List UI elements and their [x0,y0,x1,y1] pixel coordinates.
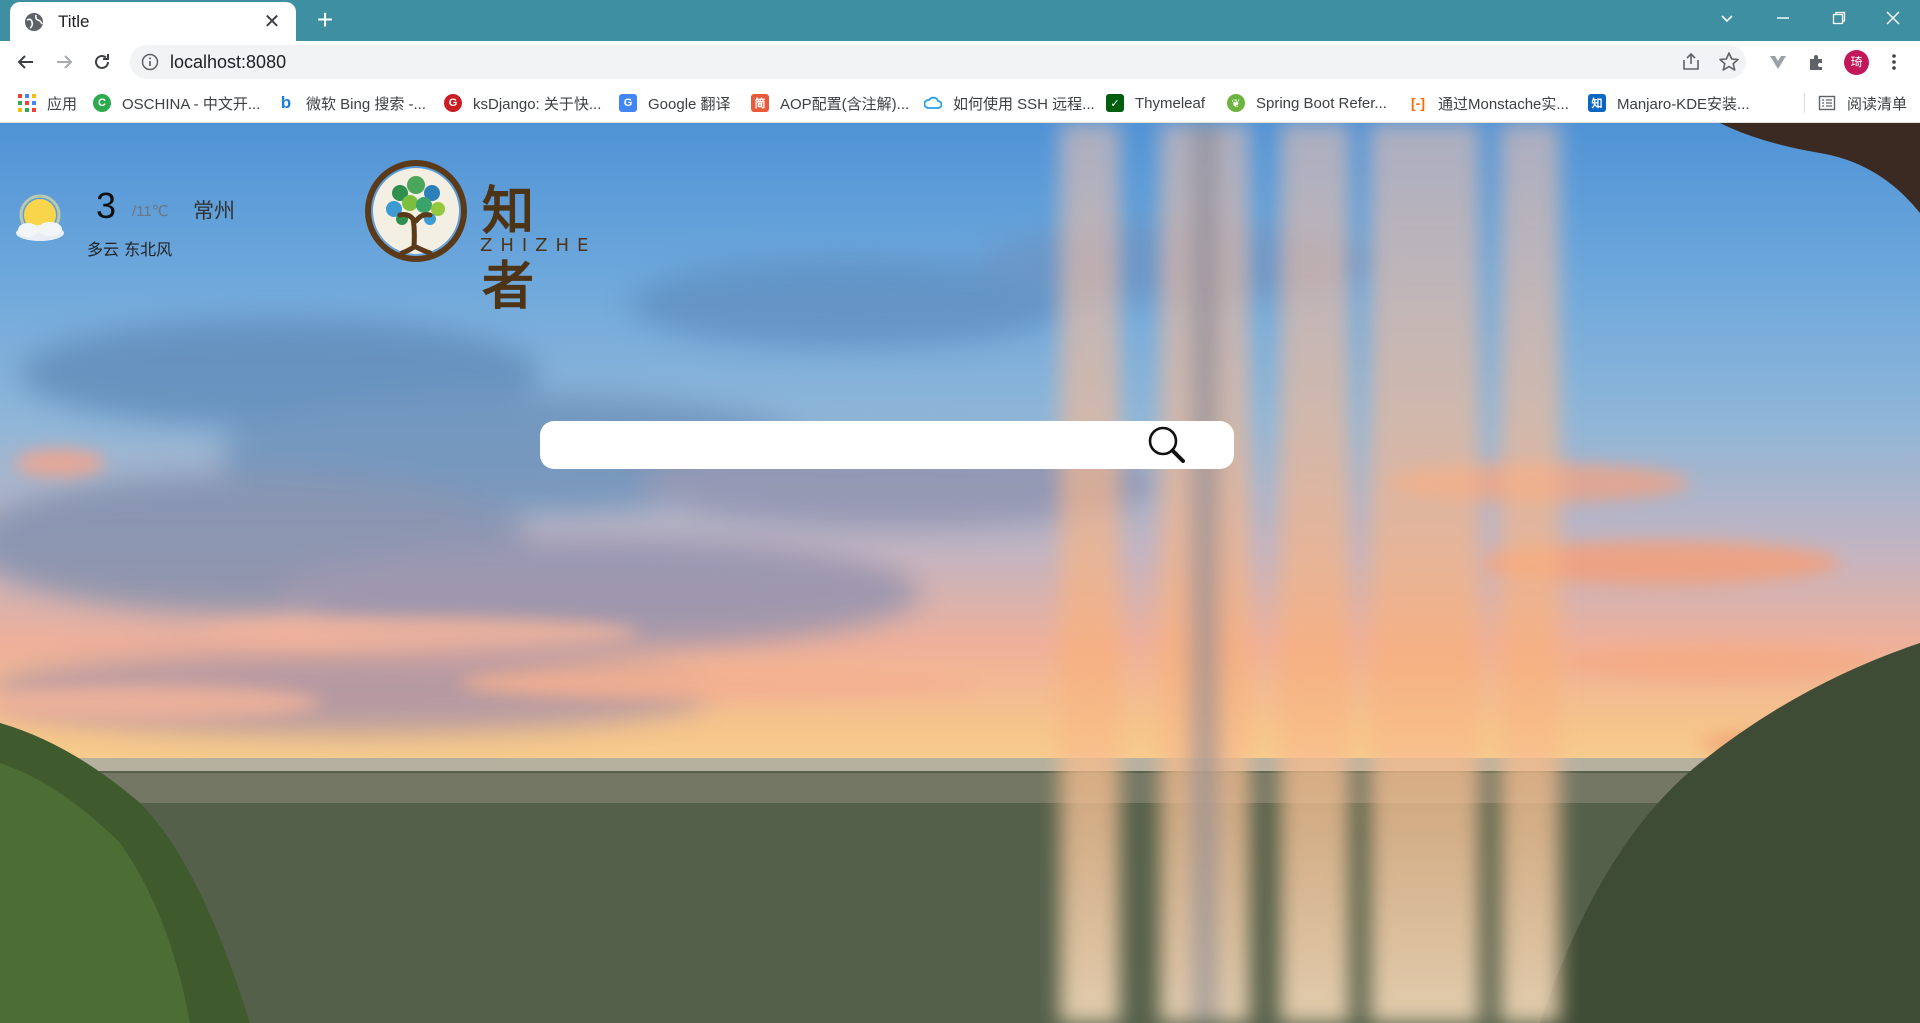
oschina-icon: C [93,94,111,112]
thymeleaf-icon: ✓ [1106,94,1124,112]
extensions-icon[interactable] [1800,46,1832,78]
sky-clouds [0,123,1920,1023]
restore-icon[interactable] [1816,0,1862,36]
vue-devtools-icon[interactable] [1762,46,1794,78]
bookmark-label: 如何使用 SSH 远程... [953,95,1095,113]
weather-widget: 3 /11℃ 常州 多云 东北风 [10,185,250,265]
bookmark-label: Spring Boot Refer... [1256,94,1387,112]
profile-avatar[interactable]: 琦 [1844,50,1869,75]
address-url: localhost:8080 [170,52,287,72]
weather-description: 多云 东北风 [87,240,173,259]
google-translate-icon: G [619,94,637,112]
reading-list-button[interactable]: 阅读清单 [1818,91,1907,115]
weather-temperature: 3 [96,185,117,226]
bookmark-label: 通过Monstache实... [1438,95,1569,113]
bookmark-label: AOP配置(含注解)... [780,95,910,113]
bookmarks-bar: 应用 C OSCHINA - 中文开... b 微软 Bing 搜索 -... … [0,83,1920,123]
bookmark-oschina[interactable]: C OSCHINA - 中文开... [93,91,260,115]
bookmark-label: 微软 Bing 搜索 -... [306,95,427,113]
page-background: 3 /11℃ 常州 多云 东北风 知者 ZHIZHE [0,123,1920,1023]
bookmark-ssh[interactable]: 如何使用 SSH 远程... [924,91,1095,115]
jianshu-icon: 简 [751,94,769,112]
tab-close-icon[interactable]: ✕ [260,10,284,34]
bookmark-label: ksDjango: 关于快... [473,95,602,113]
bookmark-spring-boot[interactable]: ❦ Spring Boot Refer... [1227,91,1387,115]
gitee-icon: G [444,94,462,112]
close-window-icon[interactable] [1870,0,1916,36]
new-tab-button[interactable]: + [310,6,340,36]
zhihu-icon: 知 [1588,94,1606,112]
globe-icon [25,12,43,31]
reading-list-label: 阅读清单 [1847,95,1908,113]
spring-icon: ❦ [1227,94,1245,112]
bookmark-star-icon[interactable] [1718,51,1740,73]
browser-toolbar: localhost:8080 琦 [0,41,1920,83]
share-icon[interactable] [1680,51,1702,73]
tab-search-icon[interactable] [1704,0,1750,36]
bookmark-label: Thymeleaf [1135,94,1206,112]
bookmarks-divider [1804,93,1805,113]
tree-logo-icon [365,160,467,262]
apps-grid-icon [18,94,36,112]
bing-icon: b [280,93,292,112]
bookmark-aop[interactable]: 简 AOP配置(含注解)... [751,91,909,115]
waterfall [1060,123,1560,1023]
bookmark-monstache[interactable]: [-] 通过Monstache实... [1409,91,1569,115]
cloud-icon [924,94,942,112]
bookmark-ksdjango[interactable]: G ksDjango: 关于快... [444,91,601,115]
weather-city: 常州 [193,199,235,223]
forward-icon[interactable] [48,46,80,78]
reading-list-icon [1818,94,1836,112]
tab-title: Title [58,11,90,31]
logo-english-text: ZHIZHE [480,235,597,256]
bookmark-thymeleaf[interactable]: ✓ Thymeleaf [1106,91,1205,115]
site-logo[interactable]: 知者 ZHIZHE [364,159,604,317]
tab-strip: Title ✕ + [0,0,1920,41]
bookmark-apps[interactable]: 应用 [18,91,77,115]
search-box [540,421,1234,469]
bookmark-google-translate[interactable]: G Google 翻译 [619,91,731,115]
bookmark-label: 应用 [47,95,78,113]
partly-cloudy-icon [16,194,64,241]
bookmark-label: Google 翻译 [648,95,731,113]
bookmark-bing[interactable]: b 微软 Bing 搜索 -... [277,91,426,115]
minimize-icon[interactable] [1760,0,1806,36]
search-icon[interactable] [1144,423,1188,467]
weather-temperature-range: /11℃ [132,203,169,220]
aliyun-icon: [-] [1411,95,1425,111]
browser-tab[interactable]: Title ✕ [10,2,296,41]
back-icon[interactable] [10,46,42,78]
search-input[interactable] [558,429,1148,461]
bookmark-label: OSCHINA - 中文开... [122,95,261,113]
address-bar[interactable]: localhost:8080 [130,45,1746,79]
site-info-icon[interactable] [141,53,159,71]
reload-icon[interactable] [86,46,118,78]
bookmark-manjaro[interactable]: 知 Manjaro-KDE安装... [1588,91,1750,115]
bookmark-label: Manjaro-KDE安装... [1617,95,1750,113]
menu-kebab-icon[interactable] [1878,46,1910,78]
